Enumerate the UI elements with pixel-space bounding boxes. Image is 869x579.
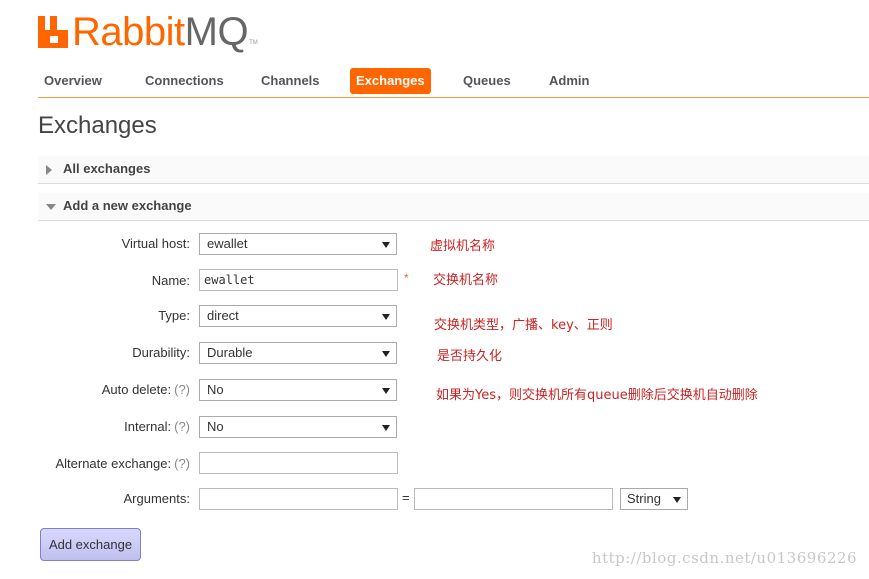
alternate-exchange-label: Alternate exchange: (?) (55, 456, 190, 471)
type-value: direct (207, 308, 239, 323)
logo-rabbit: Rabbit (72, 10, 185, 54)
section-all-exchanges-label: All exchanges (63, 161, 151, 176)
logo-trademark: TM (249, 40, 258, 46)
logo-mq: MQ (184, 10, 249, 54)
required-marker: * (404, 271, 409, 285)
alternate-exchange-label-text: Alternate exchange: (55, 456, 172, 471)
auto-delete-note: 如果为Yes，则交换机所有queue删除后交换机自动删除 (436, 388, 758, 403)
auto-delete-label: Auto delete: (?) (102, 382, 190, 397)
internal-value: No (207, 419, 224, 434)
internal-select[interactable]: No (199, 416, 397, 438)
type-label: Type: (158, 308, 190, 323)
dropdown-caret-icon (673, 497, 681, 503)
auto-delete-help[interactable]: (?) (174, 382, 190, 397)
virtual-host-label: Virtual host: (121, 236, 190, 251)
expand-arrow-icon (46, 165, 52, 175)
section-add-exchange[interactable]: Add a new exchange (38, 193, 869, 221)
auto-delete-label-text: Auto delete: (101, 382, 172, 397)
page-title: Exchanges (38, 112, 157, 139)
durability-note: 是否持久化 (437, 349, 503, 364)
arguments-label: Arguments: (123, 491, 190, 506)
argument-type-select[interactable]: String (620, 488, 688, 510)
section-all-exchanges[interactable]: All exchanges (38, 156, 869, 184)
argument-type-value: String (627, 491, 661, 506)
logo-text: RabbitMQ (72, 12, 249, 52)
name-note: 交换机名称 (433, 273, 499, 288)
tab-queues[interactable]: Queues (463, 68, 511, 94)
dropdown-caret-icon (382, 242, 390, 248)
alternate-exchange-help[interactable]: (?) (174, 456, 190, 471)
main-nav: Overview Connections Channels Exchanges … (38, 67, 869, 98)
arguments-equals: = (402, 490, 410, 505)
internal-label: Internal: (?) (124, 419, 190, 434)
rabbitmq-logo: RabbitMQ TM (38, 10, 258, 52)
add-exchange-button[interactable]: Add exchange (40, 528, 141, 561)
internal-label-text: Internal: (124, 419, 172, 434)
virtual-host-note: 虚拟机名称 (430, 239, 496, 254)
internal-help[interactable]: (?) (174, 419, 190, 434)
virtual-host-select[interactable]: ewallet (199, 233, 397, 255)
dropdown-caret-icon (382, 351, 390, 357)
durability-value: Durable (207, 345, 253, 360)
virtual-host-value: ewallet (207, 236, 248, 251)
dropdown-caret-icon (382, 425, 390, 431)
tab-overview[interactable]: Overview (44, 68, 102, 94)
name-label: Name: (151, 273, 190, 288)
durability-label: Durability: (132, 345, 190, 360)
durability-select[interactable]: Durable (199, 342, 397, 364)
type-select[interactable]: direct (199, 305, 397, 327)
tab-channels[interactable]: Channels (261, 68, 320, 94)
alternate-exchange-input[interactable] (199, 452, 398, 474)
tab-exchanges[interactable]: Exchanges (350, 68, 431, 94)
auto-delete-select[interactable]: No (199, 379, 397, 401)
tab-admin[interactable]: Admin (549, 68, 589, 94)
watermark: http://blog.csdn.net/u013696226 (591, 549, 857, 567)
dropdown-caret-icon (382, 388, 390, 394)
auto-delete-value: No (207, 382, 224, 397)
argument-key-input[interactable] (199, 488, 398, 510)
name-input[interactable]: ewallet (199, 269, 398, 291)
rabbitmq-logo-icon (38, 16, 68, 48)
dropdown-caret-icon (382, 314, 390, 320)
argument-value-input[interactable] (414, 488, 613, 510)
section-add-exchange-label: Add a new exchange (63, 198, 192, 213)
tab-connections[interactable]: Connections (145, 68, 224, 94)
type-note: 交换机类型，广播、key、正则 (434, 318, 613, 333)
collapse-arrow-icon (46, 204, 56, 210)
